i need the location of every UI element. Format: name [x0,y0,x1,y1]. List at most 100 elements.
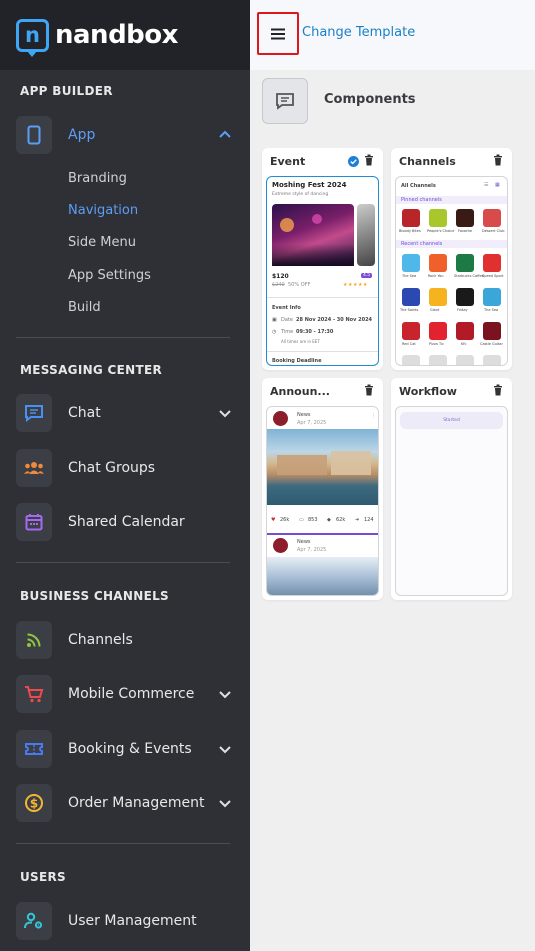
components-icon-button[interactable] [262,78,308,124]
sidebar-item-channels[interactable]: Channels [16,621,236,659]
template-card-event[interactable]: Event Moshing Fest 2024 Extreme style of… [262,148,383,370]
date-label: Date [281,317,293,323]
trash-icon[interactable] [364,384,374,396]
channel-icon [429,254,447,272]
calendar-icon [16,503,52,541]
event-image [272,204,354,266]
avatar [273,411,288,426]
check-circle-icon [348,156,359,167]
phone-icon [16,116,52,154]
chevron-down-icon[interactable] [218,406,232,420]
template-card-announcement[interactable]: Announ... News Apr 7, 2025 ⋮ ♥ 26k ▭ 853… [262,378,383,600]
sidebar-subitem-branding[interactable]: Branding [68,171,127,186]
sidebar-item-label: Order Management [68,795,205,811]
sidebar-subitem-build[interactable]: Build [68,300,101,315]
channel-name: Starbucks Coffee [454,274,484,278]
channel-icon [402,254,420,272]
sidebar-item-booking-events[interactable]: Booking & Events [16,730,236,768]
dollar-icon: $ [16,784,52,822]
top-bar: Change Template [250,0,535,70]
channel-name: Bloody Bites [399,229,421,233]
post-image [267,557,378,595]
chevron-down-icon[interactable] [218,796,232,810]
trash-icon[interactable] [493,154,503,166]
channel-icon [483,209,501,227]
timezone: All times are in EET [281,339,320,344]
sidebar-item-label: Chat Groups [68,460,156,476]
card-title: Channels [399,155,456,168]
event-price: $120 [272,273,289,280]
channel-icon [429,322,447,340]
clock-icon: ◷ [272,329,277,335]
chevron-down-icon[interactable] [218,687,232,701]
event-name: Moshing Fest 2024 [272,181,347,189]
channel-name: People's Choice [427,229,455,233]
workflow-button-label: Started [443,418,460,423]
channel-icon [456,288,474,306]
chevron-up-icon[interactable] [218,128,232,142]
channel-icon [456,322,474,340]
comments-count: 853 [308,517,318,523]
pinned-label: Pinned channels [401,197,442,203]
channel-name: The Sea [484,308,499,312]
user-gear-icon [16,902,52,940]
rating-stars: ★★★★★ [343,282,368,288]
share-icon: ➜ [355,517,360,523]
trash-icon[interactable] [364,154,374,166]
event-subtitle: Extreme style of dancing [272,192,329,197]
channel-icon [483,288,501,306]
time-label: Time [281,329,294,335]
sidebar-item-label: App [68,127,96,143]
channels-preview: All Channels ☰ ▦ Pinned channels Bloody … [395,176,508,366]
sidebar-subitem-side-menu[interactable]: Side Menu [68,235,136,250]
hamburger-icon [271,28,285,39]
chevron-down-icon[interactable] [218,742,232,756]
trash-icon[interactable] [493,384,503,396]
channel-icon [483,322,501,340]
sidebar-item-mobile-commerce[interactable]: Mobile Commerce [16,675,236,713]
channel-name: Castle Guitar [480,342,503,346]
avatar [273,538,288,553]
shares-count: 124 [364,517,374,523]
section-title-users: USERS [20,870,66,884]
event-section: Event Info [272,305,301,311]
sidebar-item-chat-groups[interactable]: Chat Groups [16,449,236,487]
channel-name: The Saints [400,308,419,312]
channel-name: The Sea [402,274,417,278]
message-square-icon [276,93,294,110]
sidebar-subitem-app-settings[interactable]: App Settings [68,268,151,283]
menu-button[interactable] [257,12,299,55]
change-template-link[interactable]: Change Template [302,25,415,40]
channel-icon [483,355,501,365]
channel-icon [483,254,501,272]
rating-badge: 4.5 [361,273,373,278]
view-icon: ◆ [327,517,331,523]
sidebar-item-label: Mobile Commerce [68,686,195,702]
channel-name: Red Cat [402,342,416,346]
post-date: Apr 7, 2025 [297,420,327,426]
channels-header: All Channels [401,183,436,189]
ticket-icon [16,730,52,768]
post-source: News [297,412,311,418]
sidebar-item-chat[interactable]: Chat [16,394,236,432]
divider [16,337,230,338]
channel-icon [402,209,420,227]
sidebar-item-user-management[interactable]: User Management [16,902,236,940]
channel-name: Pizza Tic [429,342,444,346]
post-image [267,429,378,505]
group-icon [16,449,52,487]
sidebar-subitem-navigation[interactable]: Navigation [68,203,138,218]
logo[interactable]: n nandbox [0,0,250,70]
list-view-icon: ☰ [484,182,489,188]
sidebar-item-app[interactable]: App [16,116,236,154]
sidebar-item-label: Booking & Events [68,741,192,757]
sidebar-item-shared-calendar[interactable]: Shared Calendar [16,503,236,541]
channel-name: Favorite [458,229,472,233]
cart-icon [16,675,52,713]
template-card-workflow[interactable]: Workflow Started [391,378,512,600]
template-card-channels[interactable]: Channels All Channels ☰ ▦ Pinned channel… [391,148,512,370]
sidebar-item-order-management[interactable]: $ Order Management [16,784,236,822]
post-source: News [297,539,311,545]
booking-deadline: Booking Deadline [272,358,322,364]
event-old-price: $240 [272,282,285,288]
